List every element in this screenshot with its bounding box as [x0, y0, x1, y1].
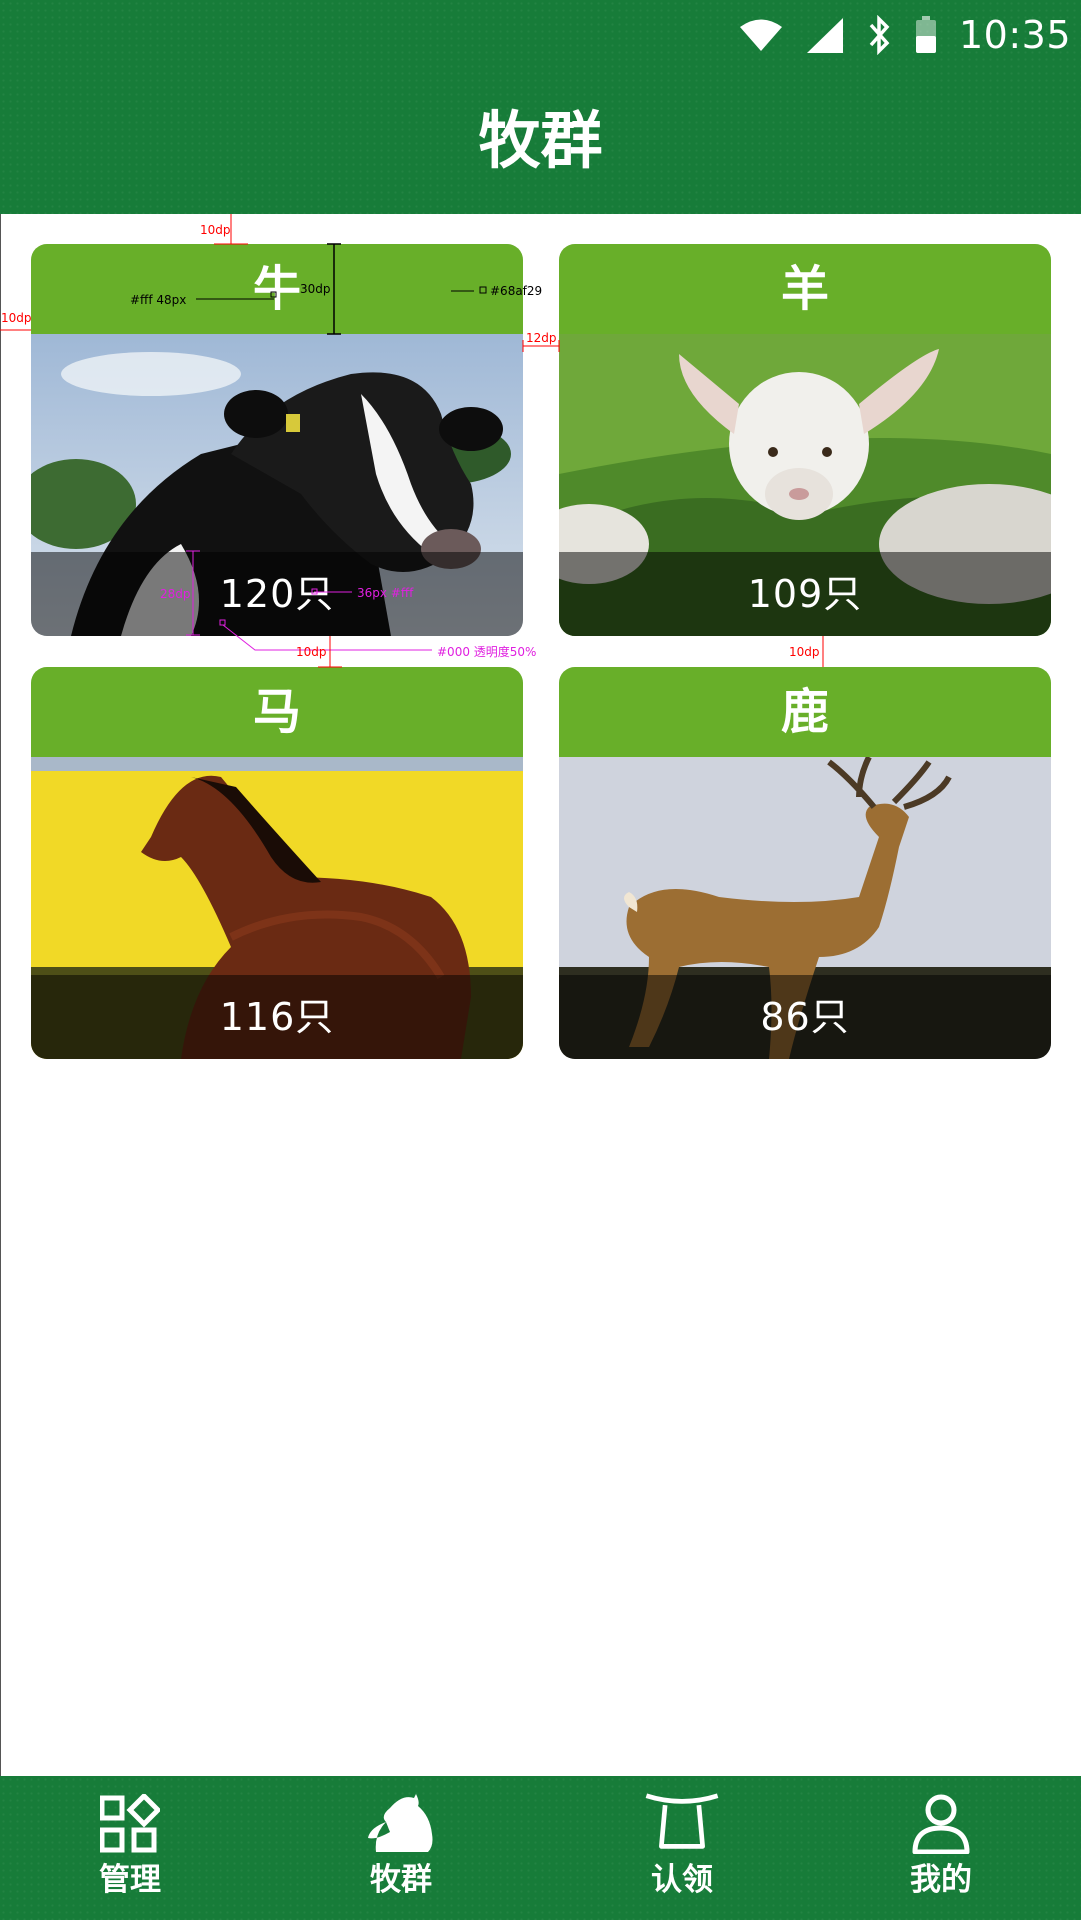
grid-manage-icon	[100, 1794, 160, 1853]
bluetooth-icon	[869, 15, 890, 55]
nav-tab-manage[interactable]: 管理	[60, 1776, 200, 1920]
nav-tab-claim[interactable]: 认领	[612, 1776, 752, 1920]
nav-tab-herd[interactable]: 牧群	[331, 1776, 471, 1920]
herd-card-horse[interactable]: 马 116只	[31, 667, 523, 1059]
anno-gap-middle: 12dp	[526, 331, 557, 345]
nav-label: 认领	[651, 1862, 713, 1898]
herd-count: 116只	[31, 975, 523, 1059]
anno-row-gap-left: 10dp	[296, 645, 327, 659]
card-title: 鹿	[559, 667, 1051, 757]
cell-signal-icon	[806, 18, 843, 53]
card-title: 牛	[31, 244, 523, 334]
status-time: 10:35	[958, 13, 1071, 57]
horse-head-icon	[368, 1794, 433, 1852]
battery-icon	[915, 16, 936, 53]
wifi-icon	[739, 19, 782, 51]
nav-label: 管理	[99, 1862, 161, 1898]
herd-count: 86只	[559, 975, 1051, 1059]
anno-gap-top: 10dp	[200, 223, 231, 237]
nav-label: 我的	[910, 1862, 972, 1898]
anno-row-gap-right: 10dp	[789, 645, 820, 659]
nav-label: 牧群	[370, 1862, 432, 1898]
anno-overlay-note: #000 透明度50%	[437, 644, 536, 659]
page-left-edge	[0, 214, 1, 1776]
herd-card-deer[interactable]: 鹿 86只	[559, 667, 1051, 1059]
page-title: 牧群	[478, 104, 603, 177]
nav-tab-mine[interactable]: 我的	[871, 1776, 1011, 1920]
bottom-navigation: 管理 牧群 认领 我的	[0, 1776, 1081, 1920]
herd-count: 120只	[31, 552, 523, 636]
card-title: 马	[31, 667, 523, 757]
person-icon	[912, 1794, 970, 1854]
herd-count: 109只	[559, 552, 1051, 636]
herd-card-cattle[interactable]: 牛 120只	[31, 244, 523, 636]
app-header: 10:35 牧群	[0, 0, 1081, 214]
herd-card-sheep[interactable]: 羊 109只	[559, 244, 1051, 636]
status-bar: 10:35	[739, 13, 1071, 57]
claim-icon	[645, 1793, 719, 1849]
anno-gap-left: 10dp	[1, 311, 32, 325]
card-title: 羊	[559, 244, 1051, 334]
